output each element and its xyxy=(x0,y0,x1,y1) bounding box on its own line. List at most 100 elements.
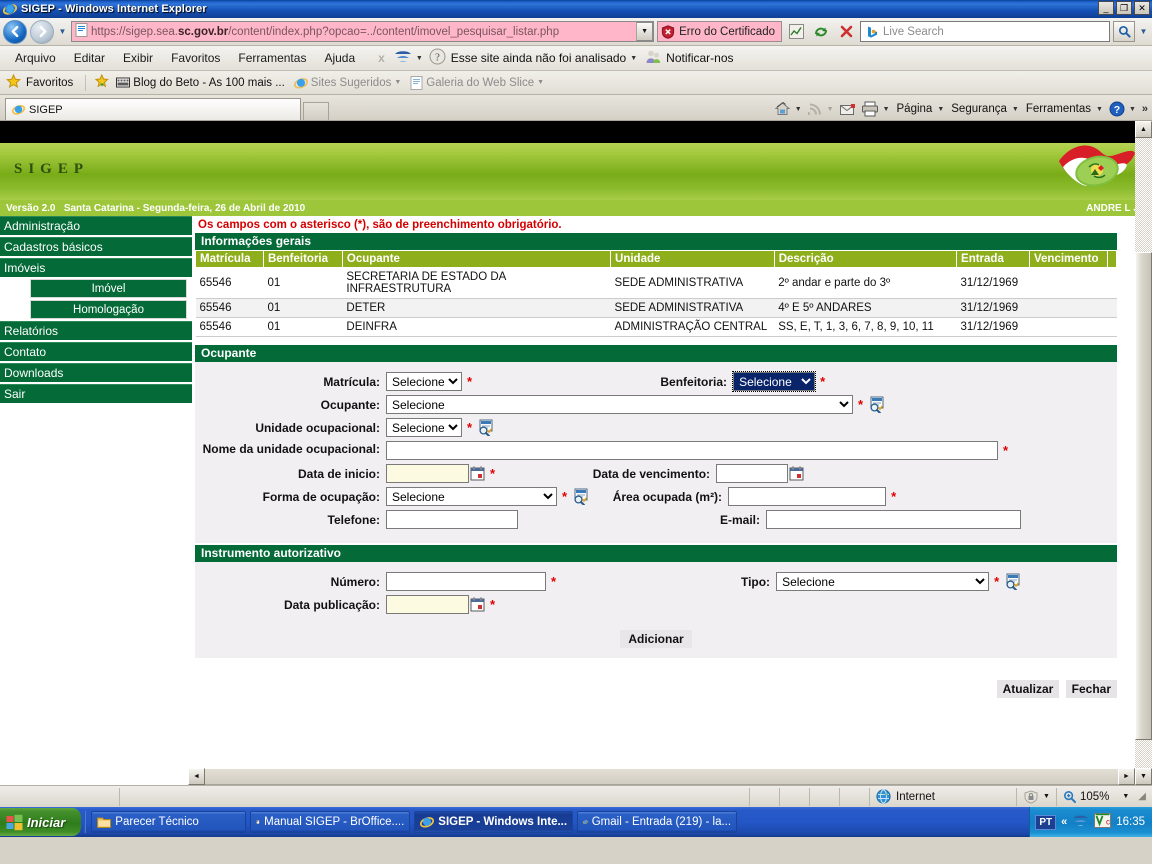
forward-button[interactable] xyxy=(30,19,54,44)
restore-button[interactable]: ❐ xyxy=(1116,1,1132,15)
close-button[interactable]: ✕ xyxy=(1134,1,1150,15)
recent-pages-dropdown-icon[interactable]: ▼ xyxy=(57,27,68,36)
zoom-control[interactable]: 105% ▼ ◢ xyxy=(1057,788,1152,806)
search-provider-dropdown-icon[interactable]: ▼ xyxy=(1138,27,1149,36)
favorite-item-web-slice-gallery[interactable]: Galeria do Web Slice ▼ xyxy=(407,75,547,90)
scroll-right-button[interactable]: ► xyxy=(1118,768,1135,785)
protected-mode-indicator[interactable]: ▼ xyxy=(1017,787,1057,806)
print-dropdown-icon[interactable]: ▼ xyxy=(882,106,893,113)
menu-item-editar[interactable]: Editar xyxy=(65,49,114,67)
wot-shield-icon[interactable] xyxy=(393,49,413,68)
command-item-seguranca[interactable]: Segurança xyxy=(948,103,1010,115)
command-overflow-icon[interactable]: » xyxy=(1140,103,1148,115)
add-to-favorites-icon[interactable] xyxy=(94,73,110,92)
taskbar-item-manual-sigep[interactable]: Manual SIGEP - BrOffice.... xyxy=(250,811,411,833)
home-icon[interactable] xyxy=(772,101,793,117)
menu-item-exibir[interactable]: Exibir xyxy=(114,49,162,67)
sidebar-item-administracao[interactable]: Administração xyxy=(0,216,192,235)
favorite-item-suggested-sites[interactable]: Sites Sugeridos ▼ xyxy=(291,76,404,90)
favorites-label[interactable]: Favoritos xyxy=(24,77,76,89)
telefone-input[interactable] xyxy=(386,510,518,529)
forma-ocupacao-select[interactable]: Selecione xyxy=(386,487,557,506)
data-vencimento-calendar-icon[interactable] xyxy=(789,466,804,481)
table-row[interactable]: 65546 01 DETER SEDE ADMINISTRATIVA 4º E … xyxy=(195,298,1117,318)
numero-input[interactable] xyxy=(386,572,546,591)
ferramentas-dropdown-icon[interactable]: ▼ xyxy=(1095,106,1106,113)
wot-tray-icon[interactable] xyxy=(1072,814,1089,831)
sidebar-item-relatorios[interactable]: Relatórios xyxy=(0,321,192,340)
data-publicacao-input[interactable] xyxy=(386,595,469,614)
notify-us-label[interactable]: Notificar-nos xyxy=(662,51,733,65)
chevron-down-icon[interactable]: ▼ xyxy=(1043,793,1050,800)
help-icon[interactable]: ? xyxy=(1107,101,1127,117)
table-row[interactable]: 65546 01 SECRETARIA DE ESTADO DA INFRAES… xyxy=(195,267,1117,299)
menu-item-ferramentas[interactable]: Ferramentas xyxy=(229,49,315,67)
sidebar-subitem-homologacao[interactable]: Homologação xyxy=(30,300,187,319)
stop-button[interactable] xyxy=(835,21,857,43)
data-publicacao-calendar-icon[interactable] xyxy=(470,597,485,612)
refresh-button[interactable] xyxy=(810,21,832,43)
scroll-down-button[interactable]: ▼ xyxy=(1135,768,1152,785)
favorite-item-blog[interactable]: Blog do Beto - As 100 mais ... xyxy=(113,76,288,89)
sidebar-item-sair[interactable]: Sair xyxy=(0,384,192,403)
matricula-select[interactable]: Selecione xyxy=(386,372,462,391)
sidebar-item-downloads[interactable]: Downloads xyxy=(0,363,192,382)
search-box[interactable]: Live Search xyxy=(860,21,1110,42)
tray-expand-icon[interactable]: « xyxy=(1061,816,1067,828)
horizontal-scroll-thumb[interactable] xyxy=(205,768,1118,785)
menu-item-favoritos[interactable]: Favoritos xyxy=(162,49,229,67)
seguranca-dropdown-icon[interactable]: ▼ xyxy=(1011,106,1022,113)
nome-unidade-ocupacional-input[interactable] xyxy=(386,441,998,460)
tipo-lookup-icon[interactable] xyxy=(1004,573,1021,590)
horizontal-scrollbar[interactable]: ◄ ► xyxy=(188,768,1135,785)
security-zone[interactable]: Internet xyxy=(870,787,1017,806)
new-tab-button[interactable] xyxy=(303,102,329,120)
ocupante-select[interactable]: Selecione xyxy=(386,395,853,414)
help-dropdown-icon[interactable]: ▼ xyxy=(1128,106,1139,113)
close-addon-icon[interactable]: x xyxy=(364,51,393,65)
sidebar-item-contato[interactable]: Contato xyxy=(0,342,192,361)
scroll-left-button[interactable]: ◄ xyxy=(188,768,205,785)
unidade-ocupacional-select[interactable]: Selecione xyxy=(386,418,462,437)
language-indicator[interactable]: PT xyxy=(1035,814,1057,830)
adicionar-button[interactable]: Adicionar xyxy=(620,630,692,648)
table-row[interactable]: 65546 01 DEINFRA ADMINISTRAÇÃO CENTRAL S… xyxy=(195,317,1117,337)
menu-item-arquivo[interactable]: Arquivo xyxy=(6,49,65,67)
unidade-ocupacional-lookup-icon[interactable] xyxy=(477,419,494,436)
data-inicio-input[interactable] xyxy=(386,464,469,483)
sidebar-item-imoveis[interactable]: Imóveis xyxy=(0,258,192,277)
benfeitoria-select[interactable]: Selecione xyxy=(732,371,817,392)
data-vencimento-input[interactable] xyxy=(716,464,789,483)
certificate-error-badge[interactable]: Erro do Certificado xyxy=(657,21,782,42)
scroll-up-button[interactable]: ▲ xyxy=(1135,121,1152,138)
site-status-dropdown-icon[interactable]: ▼ xyxy=(626,55,644,62)
forma-ocupacao-lookup-icon[interactable] xyxy=(572,488,589,505)
atualizar-button[interactable]: Atualizar xyxy=(996,680,1060,698)
zoom-dropdown-icon[interactable]: ▼ xyxy=(1112,793,1129,800)
menu-item-ajuda[interactable]: Ajuda xyxy=(315,49,364,67)
sidebar-item-cadastros-basicos[interactable]: Cadastros básicos xyxy=(0,237,192,256)
sidebar-subitem-imovel[interactable]: Imóvel xyxy=(30,279,187,298)
pagina-dropdown-icon[interactable]: ▼ xyxy=(936,106,947,113)
vertical-scroll-thumb[interactable] xyxy=(1135,252,1152,740)
area-ocupada-input[interactable] xyxy=(728,487,887,506)
search-go-button[interactable] xyxy=(1113,21,1135,42)
compatibility-view-button[interactable] xyxy=(785,21,807,43)
taskbar-item-sigep-ie[interactable]: SIGEP - Windows Inte... xyxy=(414,811,574,833)
taskbar-item-parecer-tecnico[interactable]: Parecer Técnico xyxy=(91,811,247,833)
read-mail-icon[interactable] xyxy=(838,103,858,116)
favorites-star-icon[interactable] xyxy=(5,73,22,92)
address-dropdown-icon[interactable]: ▼ xyxy=(636,22,654,41)
fechar-button[interactable]: Fechar xyxy=(1065,680,1117,698)
chevron-down-icon[interactable]: ▼ xyxy=(537,79,544,86)
tab-sigep[interactable]: SIGEP xyxy=(5,98,301,120)
vertical-scrollbar[interactable]: ▲ ▼ xyxy=(1135,121,1152,785)
chevron-down-icon[interactable]: ▼ xyxy=(394,79,401,86)
command-item-pagina[interactable]: Página xyxy=(894,103,936,115)
minimize-button[interactable]: _ xyxy=(1098,1,1114,15)
command-item-ferramentas[interactable]: Ferramentas xyxy=(1023,103,1094,115)
ocupante-lookup-icon[interactable] xyxy=(868,396,885,413)
resize-grip-icon[interactable]: ◢ xyxy=(1132,791,1146,802)
email-input[interactable] xyxy=(766,510,1021,529)
taskbar-item-gmail[interactable]: Gmail - Entrada (219) - la... xyxy=(577,811,738,833)
